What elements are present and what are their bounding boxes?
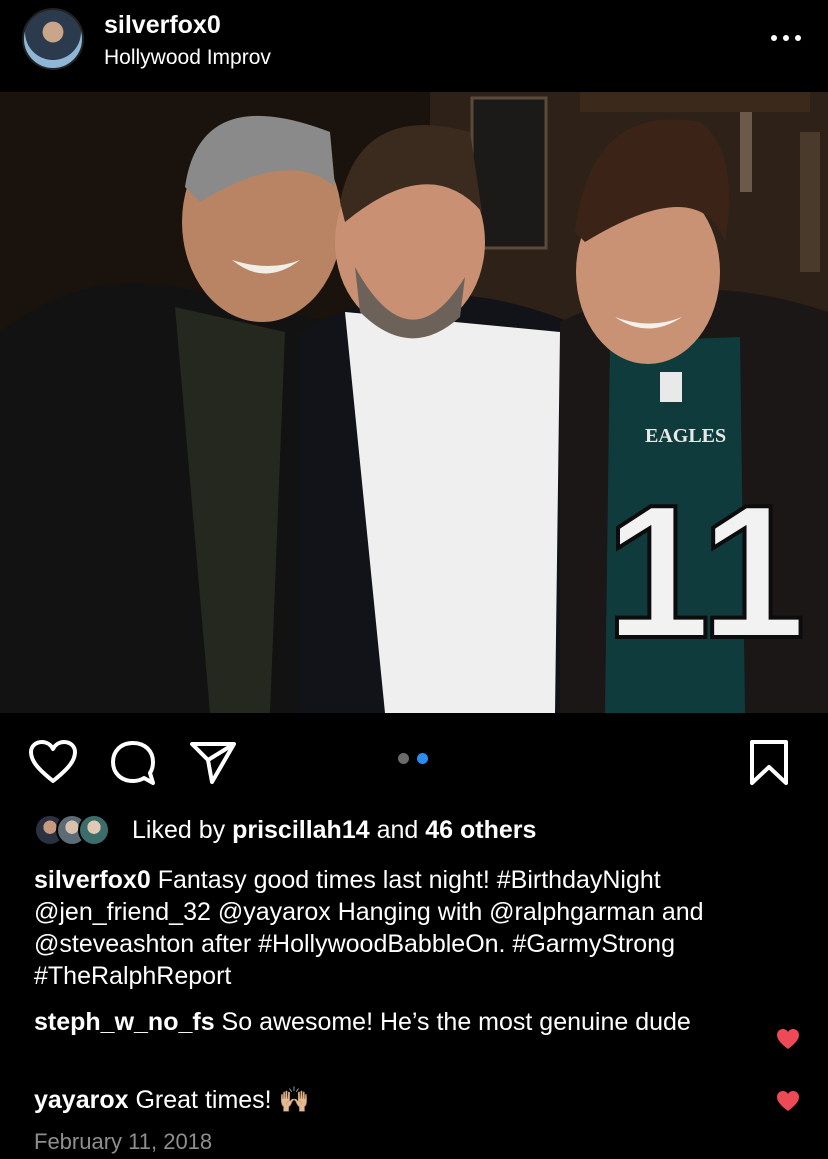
heart-filled-icon[interactable] <box>776 1090 800 1112</box>
first-liker[interactable]: priscillah14 <box>232 816 370 844</box>
carousel-dot <box>398 753 409 764</box>
post-username[interactable]: silverfox0 <box>104 11 221 40</box>
action-bar <box>0 713 828 809</box>
post-location[interactable]: Hollywood Improv <box>104 46 271 70</box>
post-caption: silverfox0 Fantasy good times last night… <box>34 864 804 992</box>
comment-text: So awesome! He’s the most genuine dude <box>214 1008 691 1036</box>
likes-middle: and <box>369 815 426 844</box>
heart-filled-icon[interactable] <box>776 1028 800 1050</box>
comment-item: steph_w_no_fs So awesome! He’s the most … <box>34 1006 734 1038</box>
comment-item: yayarox Great times! 🙌🏼 <box>34 1084 734 1116</box>
caption-author[interactable]: silverfox0 <box>34 866 151 894</box>
avatar[interactable] <box>22 8 84 70</box>
post-date: February 11, 2018 <box>34 1129 213 1154</box>
liker-avatars <box>34 814 120 846</box>
likes-prefix: Liked by <box>132 815 233 844</box>
svg-text:EAGLES: EAGLES <box>645 425 726 447</box>
ellipsis-icon[interactable] <box>766 26 806 50</box>
likes-summary[interactable]: Liked by priscillah14 and 46 others <box>34 812 536 848</box>
avatar <box>78 814 110 846</box>
post-photo[interactable]: EAGLES 11 <box>0 92 828 713</box>
comment-bubble-icon[interactable] <box>108 739 158 787</box>
likes-text: Liked by priscillah14 and 46 others <box>132 816 536 845</box>
carousel-indicator <box>398 753 428 764</box>
comment-text: Great times! 🙌🏼 <box>128 1086 310 1114</box>
others-count[interactable]: 46 others <box>425 816 536 844</box>
heart-outline-icon[interactable] <box>28 739 78 785</box>
comment-user[interactable]: steph_w_no_fs <box>34 1008 215 1036</box>
paper-plane-icon[interactable] <box>188 739 238 785</box>
post-header: silverfox0 Hollywood Improv <box>0 0 828 92</box>
svg-text:11: 11 <box>605 466 806 678</box>
bookmark-icon[interactable] <box>748 739 790 787</box>
photo-illustration: EAGLES 11 <box>0 92 828 713</box>
comment-user[interactable]: yayarox <box>34 1086 129 1114</box>
carousel-dot-active <box>417 753 428 764</box>
